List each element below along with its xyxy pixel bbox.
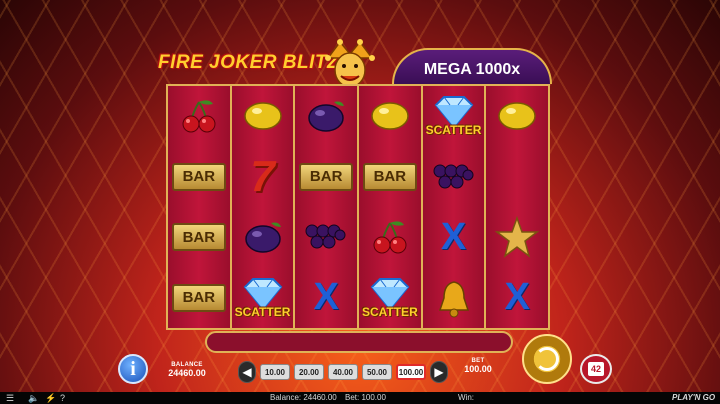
game-logo: FIRE JOKER BLITZ [158, 52, 340, 73]
symbol-cell [423, 147, 485, 208]
bar-symbol: BAR [171, 162, 226, 191]
autoplay-button[interactable]: 42 [580, 354, 612, 384]
bar-symbol: BAR [171, 283, 226, 312]
symbol-cell [359, 86, 421, 147]
lemon-icon [498, 102, 536, 130]
bet-display: BET 100.00 [458, 358, 498, 374]
symbol-cell [486, 207, 548, 268]
status-bet: Bet: 100.00 [345, 393, 386, 402]
bet-option[interactable]: 10.00 [260, 364, 290, 380]
reel-6: X [486, 86, 549, 329]
win-display-bar [205, 331, 513, 353]
spin-button[interactable] [522, 334, 572, 384]
scatter-label: SCATTER [361, 304, 418, 319]
reel-4: BAR SCATTER [359, 86, 423, 328]
scatter-symbol: SCATTER [233, 270, 293, 326]
symbol-cell: BAR [168, 207, 230, 268]
symbol-cell [232, 207, 294, 268]
plum-icon [308, 101, 345, 132]
scatter-label: SCATTER [234, 304, 291, 319]
symbol-cell: 7 [232, 147, 294, 208]
spin-arrows-icon [535, 347, 559, 371]
x-symbol: X [313, 276, 339, 319]
star-icon [495, 216, 540, 259]
cherry-icon [182, 100, 216, 133]
joker-icon [325, 39, 375, 88]
x-symbol: X [504, 276, 530, 319]
autoplay-count: 42 [587, 362, 604, 376]
grapes-icon [433, 164, 474, 189]
x-symbol: X [440, 215, 467, 258]
sound-icon[interactable]: 🔈 [28, 393, 39, 404]
scatter-symbol: SCATTER [424, 88, 484, 144]
turbo-icon[interactable]: ⚡ [45, 393, 56, 404]
symbol-cell: BAR [295, 147, 357, 208]
status-balance: Balance: 24460.00 [270, 393, 337, 402]
symbol-cell [295, 86, 357, 147]
bet-options: 10.00 20.00 40.00 50.00 100.00 [260, 364, 426, 380]
symbol-cell: X [295, 268, 357, 329]
symbol-cell: SCATTER [359, 268, 421, 329]
symbol-cell [295, 207, 357, 268]
symbol-cell: BAR [168, 147, 230, 208]
status-bar: ☰ 🔈 ⚡ ? Balance: 24460.00 Bet: 100.00 Wi… [0, 392, 720, 404]
scatter-label: SCATTER [425, 123, 482, 138]
balance-display: BALANCE 24460.00 [160, 362, 214, 378]
balance-value: 24460.00 [168, 368, 206, 378]
symbol-cell: SCATTER [232, 268, 294, 329]
symbol-cell [486, 147, 548, 208]
symbol-cell: BAR [359, 147, 421, 208]
symbol-cell: X [486, 268, 548, 329]
reel-1: BAR BAR BAR [168, 86, 232, 328]
symbol-cell: X [423, 207, 485, 268]
symbol-cell [359, 207, 421, 268]
bet-value: 100.00 [464, 364, 492, 374]
cherry-icon [373, 221, 407, 254]
grapes-icon [305, 224, 346, 249]
lemon-icon [371, 102, 409, 130]
help-icon[interactable]: ? [60, 393, 65, 403]
symbol-cell [168, 86, 230, 147]
symbol-cell: SCATTER [423, 86, 485, 147]
reel-grid: BAR BAR BAR 7 SCATTER BAR X BAR SCATTER … [166, 84, 550, 330]
reel-3: BAR X [295, 86, 360, 329]
mega-multiplier-banner: MEGA 1000x [392, 48, 552, 84]
brand-logo: PLAY'N GO [672, 393, 716, 402]
info-button[interactable]: i [118, 354, 148, 384]
symbol-cell [486, 86, 548, 147]
bell-icon [438, 280, 469, 318]
bar-symbol: BAR [362, 162, 417, 191]
symbol-cell [232, 86, 294, 147]
reel-2: 7 SCATTER [231, 86, 296, 329]
lemon-icon [243, 102, 282, 130]
bet-option[interactable]: 20.00 [294, 364, 324, 380]
bet-decrease-button[interactable]: ◀ [238, 361, 256, 383]
menu-icon[interactable]: ☰ [6, 393, 14, 404]
plum-icon [244, 222, 281, 253]
reel-5: SCATTER X [422, 86, 487, 329]
symbol-cell [423, 268, 485, 329]
bet-option-selected[interactable]: 100.00 [396, 364, 426, 380]
bar-symbol: BAR [171, 223, 226, 252]
scatter-symbol: SCATTER [360, 270, 420, 326]
bet-option[interactable]: 50.00 [362, 364, 392, 380]
bet-increase-button[interactable]: ▶ [430, 361, 448, 383]
bar-symbol: BAR [299, 162, 354, 191]
seven-symbol: 7 [250, 151, 275, 201]
status-win: Win: [458, 393, 474, 402]
bet-option[interactable]: 40.00 [328, 364, 358, 380]
symbol-cell: BAR [168, 268, 230, 329]
